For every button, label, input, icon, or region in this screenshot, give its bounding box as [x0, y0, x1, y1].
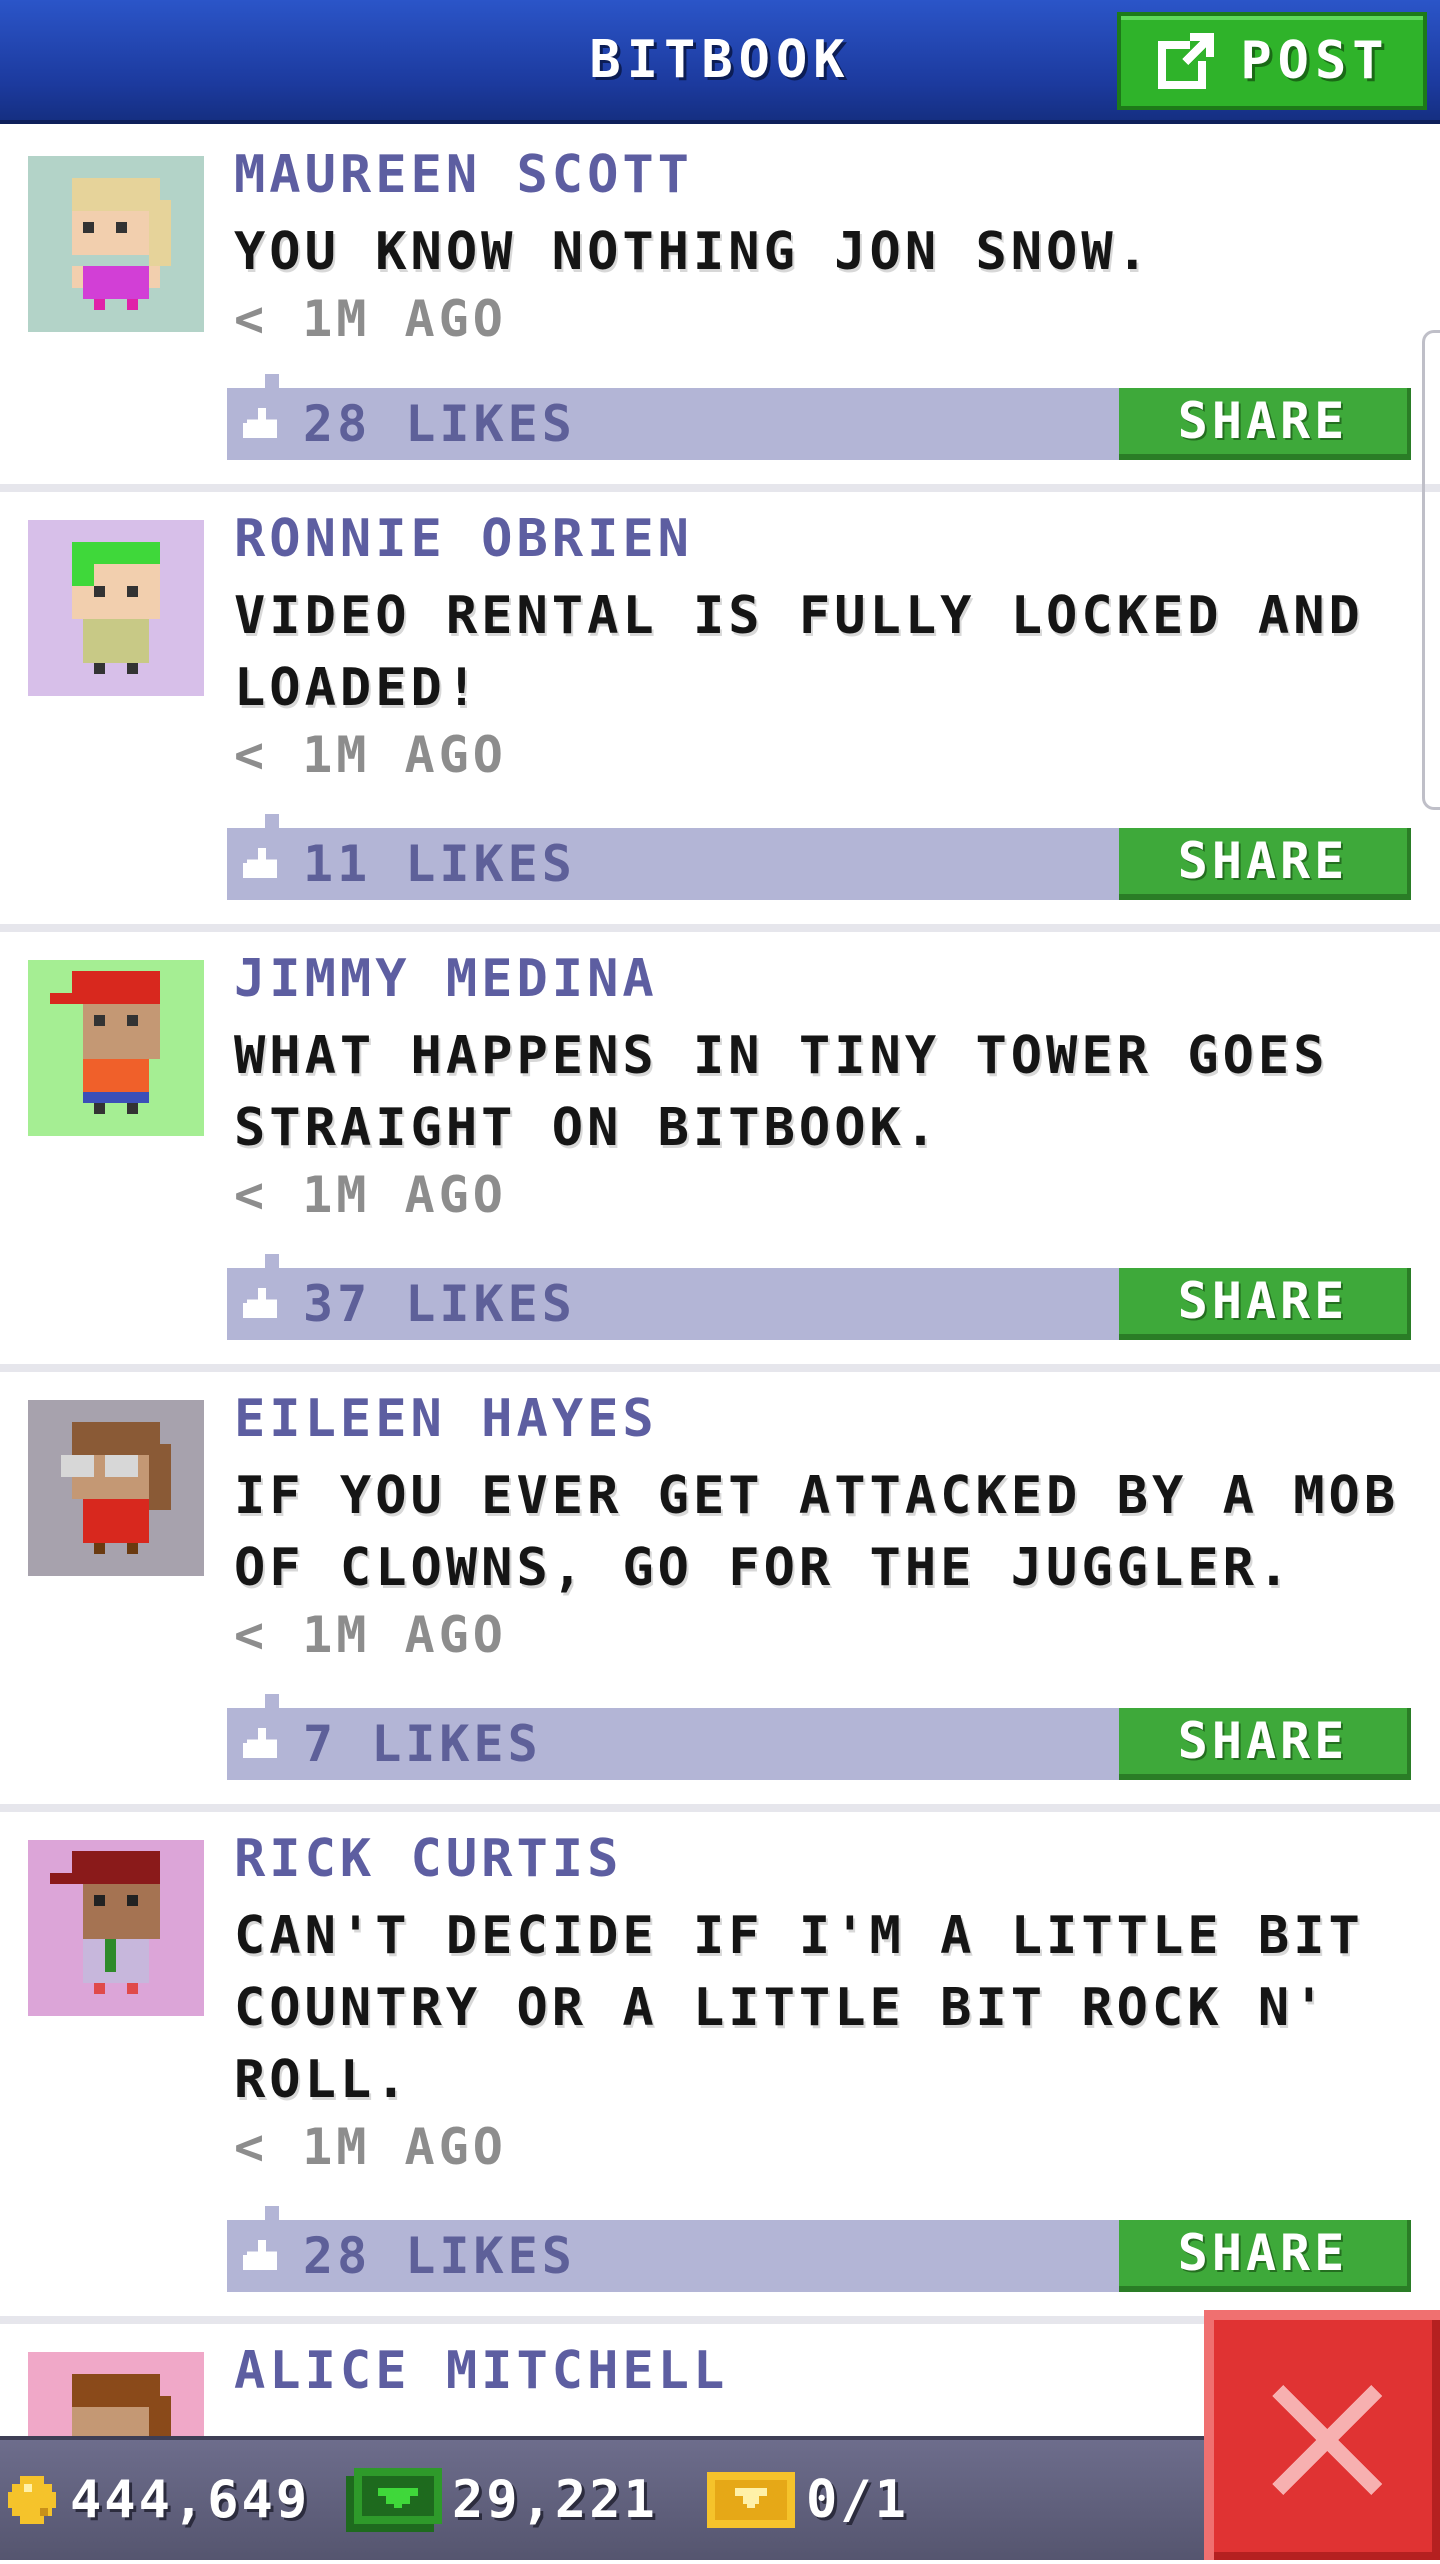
avatar — [28, 1400, 204, 1576]
feed-post: JIMMY MEDINA WHAT HAPPENS IN TINY TOWER … — [0, 932, 1440, 1372]
share-button[interactable]: SHARE — [1119, 2220, 1411, 2292]
feed-post: MAUREEN SCOTT YOU KNOW NOTHING JON SNOW.… — [0, 128, 1440, 492]
thumbs-up-icon[interactable] — [243, 2240, 281, 2274]
post-time: < 1M AGO — [234, 290, 507, 348]
like-bar: 28 LIKES SHARE — [227, 374, 1411, 460]
like-bar: 11 LIKES SHARE — [227, 814, 1411, 900]
edit-icon — [1158, 33, 1215, 89]
like-bar: 7 LIKES SHARE — [227, 1694, 1411, 1780]
post-author: MAUREEN SCOTT — [234, 145, 693, 205]
tickets-value: 0/1 — [806, 2470, 909, 2530]
likes-count: 28 LIKES — [303, 2227, 576, 2285]
share-button[interactable]: SHARE — [1119, 828, 1411, 900]
app-header: BITBOOK POST — [0, 0, 1440, 124]
post-author: JIMMY MEDINA — [234, 949, 658, 1009]
avatar — [28, 1840, 204, 2016]
like-bar: 28 LIKES SHARE — [227, 2206, 1411, 2292]
feed-post: RICK CURTIS CAN'T DECIDE IF I'M A LITTLE… — [0, 1812, 1440, 2324]
post-message: VIDEO RENTAL IS FULLY LOCKED AND LOADED! — [234, 586, 1364, 718]
post-author: EILEEN HAYES — [234, 1389, 658, 1449]
post-time: < 1M AGO — [234, 1606, 507, 1664]
thumbs-up-icon[interactable] — [243, 1728, 281, 1762]
post-author: ALICE MITCHELL — [234, 2341, 729, 2401]
likes-count: 37 LIKES — [303, 1275, 576, 1333]
thumbs-up-icon[interactable] — [243, 408, 281, 442]
coins-value: 444,649 — [70, 2470, 311, 2530]
feed-post: RONNIE OBRIEN VIDEO RENTAL IS FULLY LOCK… — [0, 492, 1440, 932]
post-message: WHAT HAPPENS IN TINY TOWER GOES STRAIGHT… — [234, 1026, 1329, 1158]
share-button[interactable]: SHARE — [1119, 388, 1411, 460]
post-button-label: POST — [1240, 31, 1390, 91]
likes-count: 28 LIKES — [303, 395, 576, 453]
avatar — [28, 520, 204, 696]
bux-icon — [346, 2468, 442, 2532]
like-bar: 37 LIKES SHARE — [227, 1254, 1411, 1340]
post-time: < 1M AGO — [234, 2118, 507, 2176]
close-button[interactable] — [1204, 2310, 1440, 2560]
post-message: CAN'T DECIDE IF I'M A LITTLE BIT COUNTRY… — [234, 1906, 1364, 2110]
coins-counter: 444,649 — [4, 2440, 310, 2560]
close-icon — [1272, 2385, 1382, 2495]
post-author: RICK CURTIS — [234, 1829, 623, 1889]
post-time: < 1M AGO — [234, 1166, 507, 1224]
post-button[interactable]: POST — [1117, 12, 1427, 110]
tickets-counter: 0/1 — [706, 2440, 909, 2560]
thumbs-up-icon[interactable] — [243, 848, 281, 882]
share-button[interactable]: SHARE — [1119, 1708, 1411, 1780]
likes-count: 11 LIKES — [303, 835, 576, 893]
coin-icon — [8, 2476, 56, 2524]
avatar — [28, 960, 204, 1136]
thumbs-up-icon[interactable] — [243, 1288, 281, 1322]
likes-count: 7 LIKES — [303, 1715, 542, 1773]
avatar — [28, 156, 204, 332]
post-message: YOU KNOW NOTHING JON SNOW. — [234, 222, 1152, 282]
bux-value: 29,221 — [452, 2470, 658, 2530]
post-author: RONNIE OBRIEN — [234, 509, 693, 569]
feed-post: EILEEN HAYES IF YOU EVER GET ATTACKED BY… — [0, 1372, 1440, 1812]
share-button[interactable]: SHARE — [1119, 1268, 1411, 1340]
ticket-icon — [707, 2472, 795, 2528]
post-time: < 1M AGO — [234, 726, 507, 784]
bux-counter: 29,221 — [346, 2440, 658, 2560]
post-message: IF YOU EVER GET ATTACKED BY A MOB OF CLO… — [234, 1466, 1400, 1598]
scrollbar[interactable] — [1422, 330, 1440, 810]
